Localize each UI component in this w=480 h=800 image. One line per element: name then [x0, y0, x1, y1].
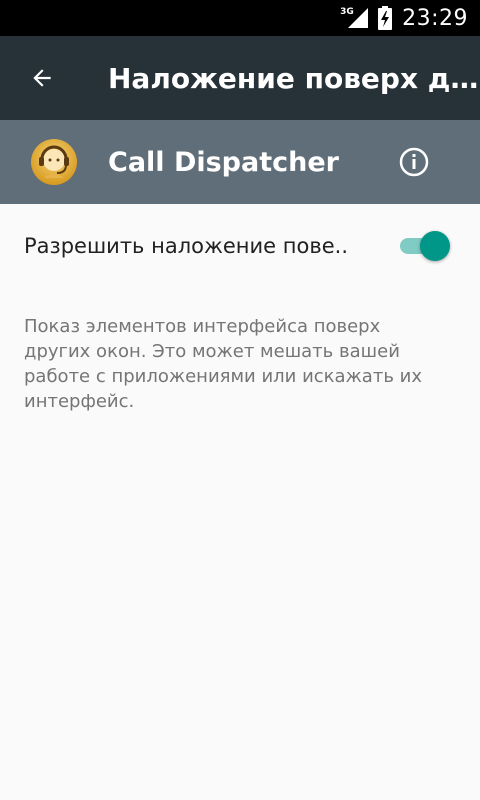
- status-bar: 3G 23:29: [0, 0, 480, 36]
- status-icons: 3G 23:29: [340, 0, 468, 36]
- toggle-thumb: [420, 231, 450, 261]
- app-info-button[interactable]: [396, 140, 432, 188]
- overlay-permission-row[interactable]: Разрешить наложение пове..: [0, 206, 480, 286]
- overlay-permission-toggle[interactable]: [398, 228, 454, 262]
- back-button[interactable]: [0, 36, 84, 120]
- page-title: Наложение поверх др...: [108, 61, 480, 95]
- battery-charging-icon: [378, 6, 393, 30]
- app-name: Call Dispatcher: [108, 146, 339, 178]
- info-icon: [399, 147, 429, 177]
- permission-description: Показ элементов интерфейса поверх других…: [24, 316, 422, 412]
- overlay-permission-label: Разрешить наложение пове..: [24, 234, 349, 258]
- signal-icon: 3G: [340, 6, 369, 30]
- status-time: 23:29: [402, 5, 468, 31]
- arrow-back-icon: [33, 69, 51, 87]
- call-dispatcher-app-icon: [30, 138, 78, 186]
- toolbar: Наложение поверх др...: [0, 36, 480, 120]
